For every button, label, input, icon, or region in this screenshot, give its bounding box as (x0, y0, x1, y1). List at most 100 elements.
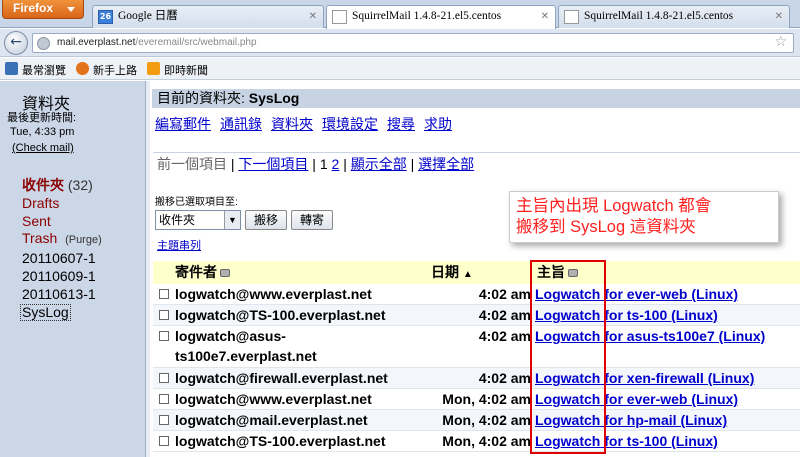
row-from: logwatch@asus-ts100e7.everplast.net (175, 328, 317, 364)
menu-folders[interactable]: 資料夾 (271, 116, 313, 132)
folder-inbox[interactable]: 收件夾 (32) (22, 177, 102, 195)
select-checkbox[interactable] (159, 373, 169, 383)
subject-keyword[interactable]: Logwatch (535, 286, 600, 302)
purge-link[interactable]: (Purge) (65, 234, 102, 246)
back-arrow-icon[interactable]: ← (4, 31, 28, 55)
star-icon[interactable]: ☆ (774, 34, 787, 50)
firefox-menu-label: Firefox (13, 1, 54, 15)
header-from[interactable]: 寄件者 (175, 261, 230, 284)
subject-keyword[interactable]: Logwatch (535, 391, 600, 407)
close-icon[interactable]: ✕ (775, 6, 783, 27)
table-row[interactable]: logwatch@www.everplast.net 4:02 am Logwa… (153, 284, 800, 305)
select-checkbox[interactable] (159, 331, 169, 341)
table-row[interactable]: logwatch@TS-100.everplast.net Mon, 4:02 … (153, 431, 800, 452)
address-bar[interactable]: mail.everplast.net/everemail/src/webmail… (32, 33, 794, 53)
row-from: logwatch@mail.everplast.net (175, 412, 368, 428)
row-from: logwatch@www.everplast.net (175, 286, 372, 302)
sort-ascending-icon[interactable]: ▲ (463, 269, 473, 280)
pager-prev: 前一個項目 (157, 156, 227, 172)
move-label: 搬移已選取項目至: (155, 197, 238, 208)
row-subject[interactable]: Logwatch for ever-web (Linux) (535, 284, 738, 304)
tab-google-calendar[interactable]: 26 Google 日曆 ✕ (92, 5, 324, 28)
folder-20110613[interactable]: 20110613-1 (22, 286, 102, 304)
current-folder-name: SysLog (248, 90, 300, 106)
check-mail-link[interactable]: (Check mail) (12, 142, 74, 154)
close-icon[interactable]: ✕ (541, 6, 549, 27)
folder-20110607[interactable]: 20110607-1 (22, 250, 102, 268)
menu-options[interactable]: 環境設定 (322, 116, 378, 132)
select-checkbox[interactable] (159, 436, 169, 446)
table-row[interactable]: logwatch@asus-ts100e7.everplast.net 4:02… (153, 326, 800, 368)
bookmark-getting-started[interactable]: 新手上路 (76, 62, 137, 78)
pager-page-current: 1 (319, 156, 328, 172)
current-folder-label: 目前的資料夾: (157, 90, 245, 106)
sort-icon[interactable] (568, 269, 578, 278)
subject-keyword[interactable]: Logwatch (535, 412, 600, 428)
table-row[interactable]: logwatch@www.everplast.net Mon, 4:02 am … (153, 389, 800, 410)
folder-label[interactable]: Trash (22, 230, 57, 246)
table-header: 寄件者 日期 ▲ 主旨 (153, 261, 800, 284)
folder-20110609[interactable]: 20110609-1 (22, 268, 102, 286)
bookmark-most-visited[interactable]: 最常瀏覽 (5, 62, 66, 78)
folder-sent[interactable]: Sent (22, 213, 102, 231)
menu-addresses[interactable]: 通訊錄 (220, 116, 262, 132)
tab-squirrelmail-active[interactable]: SquirrelMail 1.4.8-21.el5.centos ✕ (326, 5, 556, 29)
subject-keyword[interactable]: Logwatch (535, 433, 600, 449)
table-row[interactable]: logwatch@mail.everplast.net Mon, 4:02 am… (153, 410, 800, 431)
folder-label[interactable]: 收件夾 (22, 177, 64, 193)
table-row[interactable]: logwatch@TS-100.everplast.net 4:02 am Lo… (153, 305, 800, 326)
annotation-callout: 主旨內出現 Logwatch 都會 搬移到 SysLog 這資料夾 (509, 191, 779, 243)
folder-label-selected[interactable]: SysLog (20, 303, 71, 321)
bookmark-icon (5, 62, 18, 75)
subject-rest[interactable]: for ever-web (Linux) (600, 286, 738, 302)
subject-keyword[interactable]: Logwatch (535, 307, 600, 323)
menu-compose[interactable]: 編寫郵件 (155, 116, 211, 132)
row-subject[interactable]: Logwatch for xen-firewall (Linux) (535, 368, 754, 388)
main-menu: 編寫郵件 通訊錄 資料夾 環境設定 搜尋 求助 (155, 114, 461, 134)
row-subject[interactable]: Logwatch for ever-web (Linux) (535, 389, 738, 409)
firefox-menu-button[interactable]: Firefox (2, 0, 84, 19)
subject-rest[interactable]: for hp-mail (Linux) (600, 412, 727, 428)
menu-help[interactable]: 求助 (424, 116, 452, 132)
globe-icon (37, 37, 50, 50)
row-subject[interactable]: Logwatch for ts-100 (Linux) (535, 305, 718, 325)
subject-rest[interactable]: for asus-ts100e7 (Linux) (600, 328, 765, 344)
subject-rest[interactable]: for ever-web (Linux) (600, 391, 738, 407)
folder-drafts[interactable]: Drafts (22, 195, 102, 213)
thread-view-link[interactable]: 主題串列 (157, 237, 201, 253)
select-checkbox[interactable] (159, 394, 169, 404)
pager-next[interactable]: 下一個項目 (238, 156, 308, 172)
bookmark-latest-news[interactable]: 即時新聞 (147, 62, 208, 78)
annotation-line-1: 主旨內出現 Logwatch 都會 (516, 197, 712, 215)
select-checkbox[interactable] (159, 310, 169, 320)
header-subject[interactable]: 主旨 (537, 261, 578, 284)
row-from: logwatch@firewall.everplast.net (175, 370, 388, 386)
folder-trash[interactable]: Trash (Purge) (22, 230, 102, 250)
row-subject[interactable]: Logwatch for ts-100 (Linux) (535, 431, 718, 451)
select-checkbox[interactable] (159, 289, 169, 299)
subject-rest[interactable]: for ts-100 (Linux) (600, 433, 718, 449)
close-icon[interactable]: ✕ (309, 6, 317, 27)
check-mail-label[interactable]: (Check mail) (12, 142, 74, 154)
subject-rest[interactable]: for xen-firewall (Linux) (600, 370, 754, 386)
subject-keyword[interactable]: Logwatch (535, 328, 600, 344)
folder-syslog[interactable]: SysLog (20, 303, 102, 322)
tab-squirrelmail[interactable]: SquirrelMail 1.4.8-21.el5.centos ✕ (558, 5, 790, 28)
sort-icon[interactable] (220, 269, 230, 278)
menu-search[interactable]: 搜尋 (387, 116, 415, 132)
table-row[interactable]: logwatch@firewall.everplast.net 4:02 am … (153, 368, 800, 389)
chevron-down-icon[interactable]: ▼ (224, 211, 240, 229)
subject-keyword[interactable]: Logwatch (535, 370, 600, 386)
tab-title: SquirrelMail 1.4.8-21.el5.centos (584, 10, 734, 22)
move-folder-value: 收件夾 (159, 213, 196, 227)
header-date[interactable]: 日期 ▲ (431, 261, 473, 286)
move-button[interactable]: 搬移 (245, 210, 287, 230)
pager-show-all[interactable]: 顯示全部 (351, 156, 407, 172)
move-folder-select[interactable]: 收件夾 ▼ (155, 210, 241, 230)
forward-button[interactable]: 轉寄 (291, 210, 333, 230)
row-subject[interactable]: Logwatch for hp-mail (Linux) (535, 410, 727, 430)
select-checkbox[interactable] (159, 415, 169, 425)
pager-select-all[interactable]: 選擇全部 (418, 156, 474, 172)
subject-rest[interactable]: for ts-100 (Linux) (600, 307, 718, 323)
row-subject[interactable]: Logwatch for asus-ts100e7 (Linux) (535, 326, 765, 346)
